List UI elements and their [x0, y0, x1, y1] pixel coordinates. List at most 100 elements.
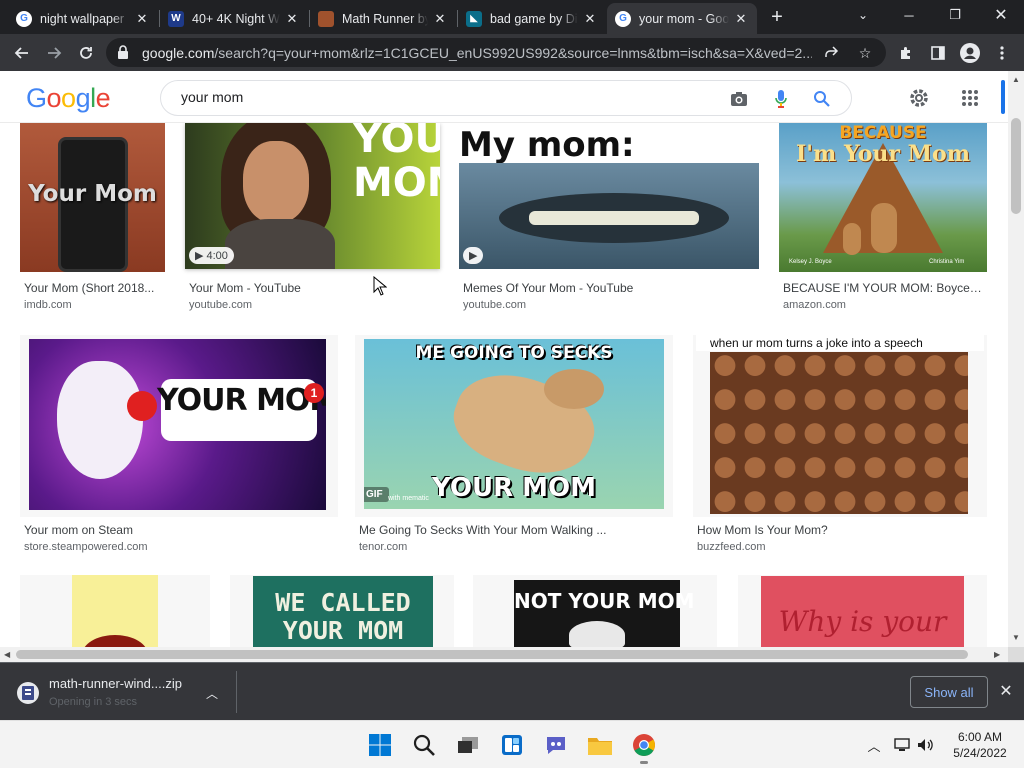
extensions-button[interactable]: [892, 39, 920, 67]
show-all-button[interactable]: Show all: [910, 676, 988, 708]
address-bar[interactable]: google.com/search?q=your+mom&rlz=1C1GCEU…: [106, 38, 886, 67]
network-icon[interactable]: [892, 735, 912, 755]
scroll-down-arrow-icon[interactable]: ▼: [1012, 633, 1020, 642]
download-item[interactable]: math-runner-wind....zip Opening in 3 sec…: [10, 671, 236, 713]
result-title[interactable]: Your mom on Steam: [24, 523, 334, 537]
result-source[interactable]: tenor.com: [359, 541, 407, 553]
tab-night-wallpaper[interactable]: G night wallpaper ✕: [8, 3, 158, 34]
volume-icon[interactable]: [916, 735, 936, 755]
url-text[interactable]: google.com/search?q=your+mom&rlz=1C1GCEU…: [142, 45, 812, 61]
share-icon[interactable]: [822, 44, 840, 62]
account-indicator[interactable]: [1001, 80, 1005, 114]
result-title[interactable]: How Mom Is Your Mom?: [697, 523, 987, 537]
scroll-right-arrow-icon[interactable]: ▶: [994, 650, 1000, 659]
tab-search-button[interactable]: ⌄: [840, 0, 886, 30]
result-thumbnail[interactable]: ME GOING TO SECKS YOUR MOM GIF with mema…: [355, 335, 673, 517]
scrollbar-thumb[interactable]: [16, 650, 968, 659]
result-thumbnail[interactable]: WE CALLED YOUR MOM: [230, 575, 454, 647]
result-source[interactable]: amazon.com: [783, 299, 846, 311]
image-result[interactable]: Why is your: [738, 575, 987, 647]
result-thumbnail[interactable]: [20, 575, 210, 647]
image-result[interactable]: [20, 575, 210, 647]
result-title[interactable]: Me Going To Secks With Your Mom Walking …: [359, 523, 669, 537]
close-icon[interactable]: ✕: [134, 11, 150, 27]
url-path: /search?q=your+mom&rlz=1C1GCEU_enUS992US…: [214, 45, 812, 61]
tab-math-runner[interactable]: Math Runner by ✕: [310, 3, 456, 34]
image-result[interactable]: BECAUSE I'm Your Mom Kelsey J. Boyce Chr…: [779, 123, 987, 313]
image-result[interactable]: when ur mom turns a joke into a speech H…: [693, 335, 987, 557]
scrollbar-thumb[interactable]: [1011, 118, 1021, 214]
scroll-up-arrow-icon[interactable]: ▲: [1012, 75, 1020, 84]
teams-chat-button[interactable]: [540, 729, 572, 761]
widgets-button[interactable]: [496, 729, 528, 761]
google-logo[interactable]: Google: [26, 83, 111, 114]
tab-4k-night-wallpapers[interactable]: W 40+ 4K Night Wallpapers ✕: [160, 3, 308, 34]
result-title[interactable]: Your Mom - YouTube: [189, 281, 439, 295]
result-thumbnail[interactable]: YOUR MOM ▶4:00: [185, 123, 440, 269]
result-thumbnail[interactable]: My mom: ▶: [459, 123, 759, 269]
image-result[interactable]: WE CALLED YOUR MOM: [230, 575, 454, 647]
minimize-button[interactable]: ─: [886, 0, 932, 30]
chrome-menu-button[interactable]: [988, 39, 1016, 67]
close-icon[interactable]: ✕: [733, 11, 749, 27]
image-result[interactable]: YOUR MOM 1 Your mom on Steam store.steam…: [20, 335, 338, 557]
tab-bad-game[interactable]: ◣ bad game by Di ✕: [458, 3, 606, 34]
result-thumbnail[interactable]: BECAUSE I'm Your Mom Kelsey J. Boyce Chr…: [779, 123, 987, 272]
result-thumbnail[interactable]: when ur mom turns a joke into a speech: [693, 335, 987, 517]
search-icon[interactable]: [812, 89, 832, 109]
system-clock[interactable]: 6:00 AM 5/24/2022: [940, 729, 1020, 761]
close-icon[interactable]: ✕: [996, 681, 1016, 701]
watermark-text: with mematic: [388, 495, 429, 502]
close-icon[interactable]: ✕: [284, 11, 300, 27]
scroll-left-arrow-icon[interactable]: ◀: [4, 650, 10, 659]
reload-button[interactable]: [72, 39, 100, 67]
lock-icon[interactable]: [116, 45, 130, 60]
apps-grid-icon[interactable]: [958, 86, 982, 110]
tab-your-mom-search[interactable]: G your mom - Google Search ✕: [607, 3, 757, 34]
chevron-up-icon[interactable]: ︿: [206, 685, 218, 702]
result-source[interactable]: store.steampowered.com: [24, 541, 148, 553]
window-close-button[interactable]: ✕: [978, 0, 1024, 30]
vertical-scrollbar[interactable]: ▲ ▼: [1008, 71, 1024, 647]
profile-button[interactable]: [956, 39, 984, 67]
restore-button[interactable]: ❐: [932, 0, 978, 30]
side-panel-button[interactable]: [924, 39, 952, 67]
result-thumbnail[interactable]: YOUR MOM 1: [20, 335, 338, 517]
result-source[interactable]: imdb.com: [24, 299, 72, 311]
close-icon[interactable]: ✕: [432, 11, 448, 27]
chrome-taskbar-button[interactable]: [628, 729, 660, 764]
image-result[interactable]: My mom: ▶ Memes Of Your Mom - YouTube yo…: [459, 123, 759, 313]
forward-button[interactable]: [40, 39, 68, 67]
taskbar-search-button[interactable]: [408, 729, 440, 761]
search-input[interactable]: [181, 89, 701, 105]
result-thumbnail[interactable]: Your Mom: [20, 123, 165, 272]
image-result[interactable]: ME GOING TO SECKS YOUR MOM GIF with mema…: [355, 335, 673, 557]
horizontal-scrollbar[interactable]: ◀ ▶: [0, 647, 1008, 662]
new-tab-button[interactable]: +: [766, 6, 788, 28]
result-thumbnail[interactable]: Why is your: [738, 575, 987, 647]
thumbnail-small-text: Kelsey J. Boyce: [789, 259, 832, 265]
chevron-up-icon[interactable]: ︿: [864, 735, 884, 755]
task-view-button[interactable]: [452, 729, 484, 761]
google-icon: G: [16, 10, 32, 27]
bookmark-star-icon[interactable]: ☆: [856, 44, 874, 62]
image-result[interactable]: YOUR MOM ▶4:00 Your Mom - YouTube youtub…: [185, 123, 440, 313]
result-source[interactable]: buzzfeed.com: [697, 541, 765, 553]
settings-gear-icon[interactable]: [907, 86, 931, 110]
start-button[interactable]: [364, 729, 396, 761]
image-result[interactable]: NOT YOUR MOM: [473, 575, 717, 647]
result-source[interactable]: youtube.com: [463, 299, 526, 311]
back-button[interactable]: [8, 39, 36, 67]
image-result[interactable]: Your Mom Your Mom (Short 2018... imdb.co…: [20, 123, 165, 313]
file-explorer-button[interactable]: [584, 729, 616, 761]
result-thumbnail[interactable]: NOT YOUR MOM: [473, 575, 717, 647]
search-box[interactable]: [160, 80, 852, 116]
result-source[interactable]: youtube.com: [189, 299, 252, 311]
camera-icon[interactable]: [729, 89, 749, 109]
microphone-icon[interactable]: [771, 89, 791, 109]
clock-time: 6:00 AM: [957, 730, 1003, 744]
result-title[interactable]: Memes Of Your Mom - YouTube: [463, 281, 758, 295]
result-title[interactable]: BECAUSE I'M YOUR MOM: Boyce, ...: [783, 281, 983, 295]
close-icon[interactable]: ✕: [582, 11, 598, 27]
result-title[interactable]: Your Mom (Short 2018...: [24, 281, 164, 295]
